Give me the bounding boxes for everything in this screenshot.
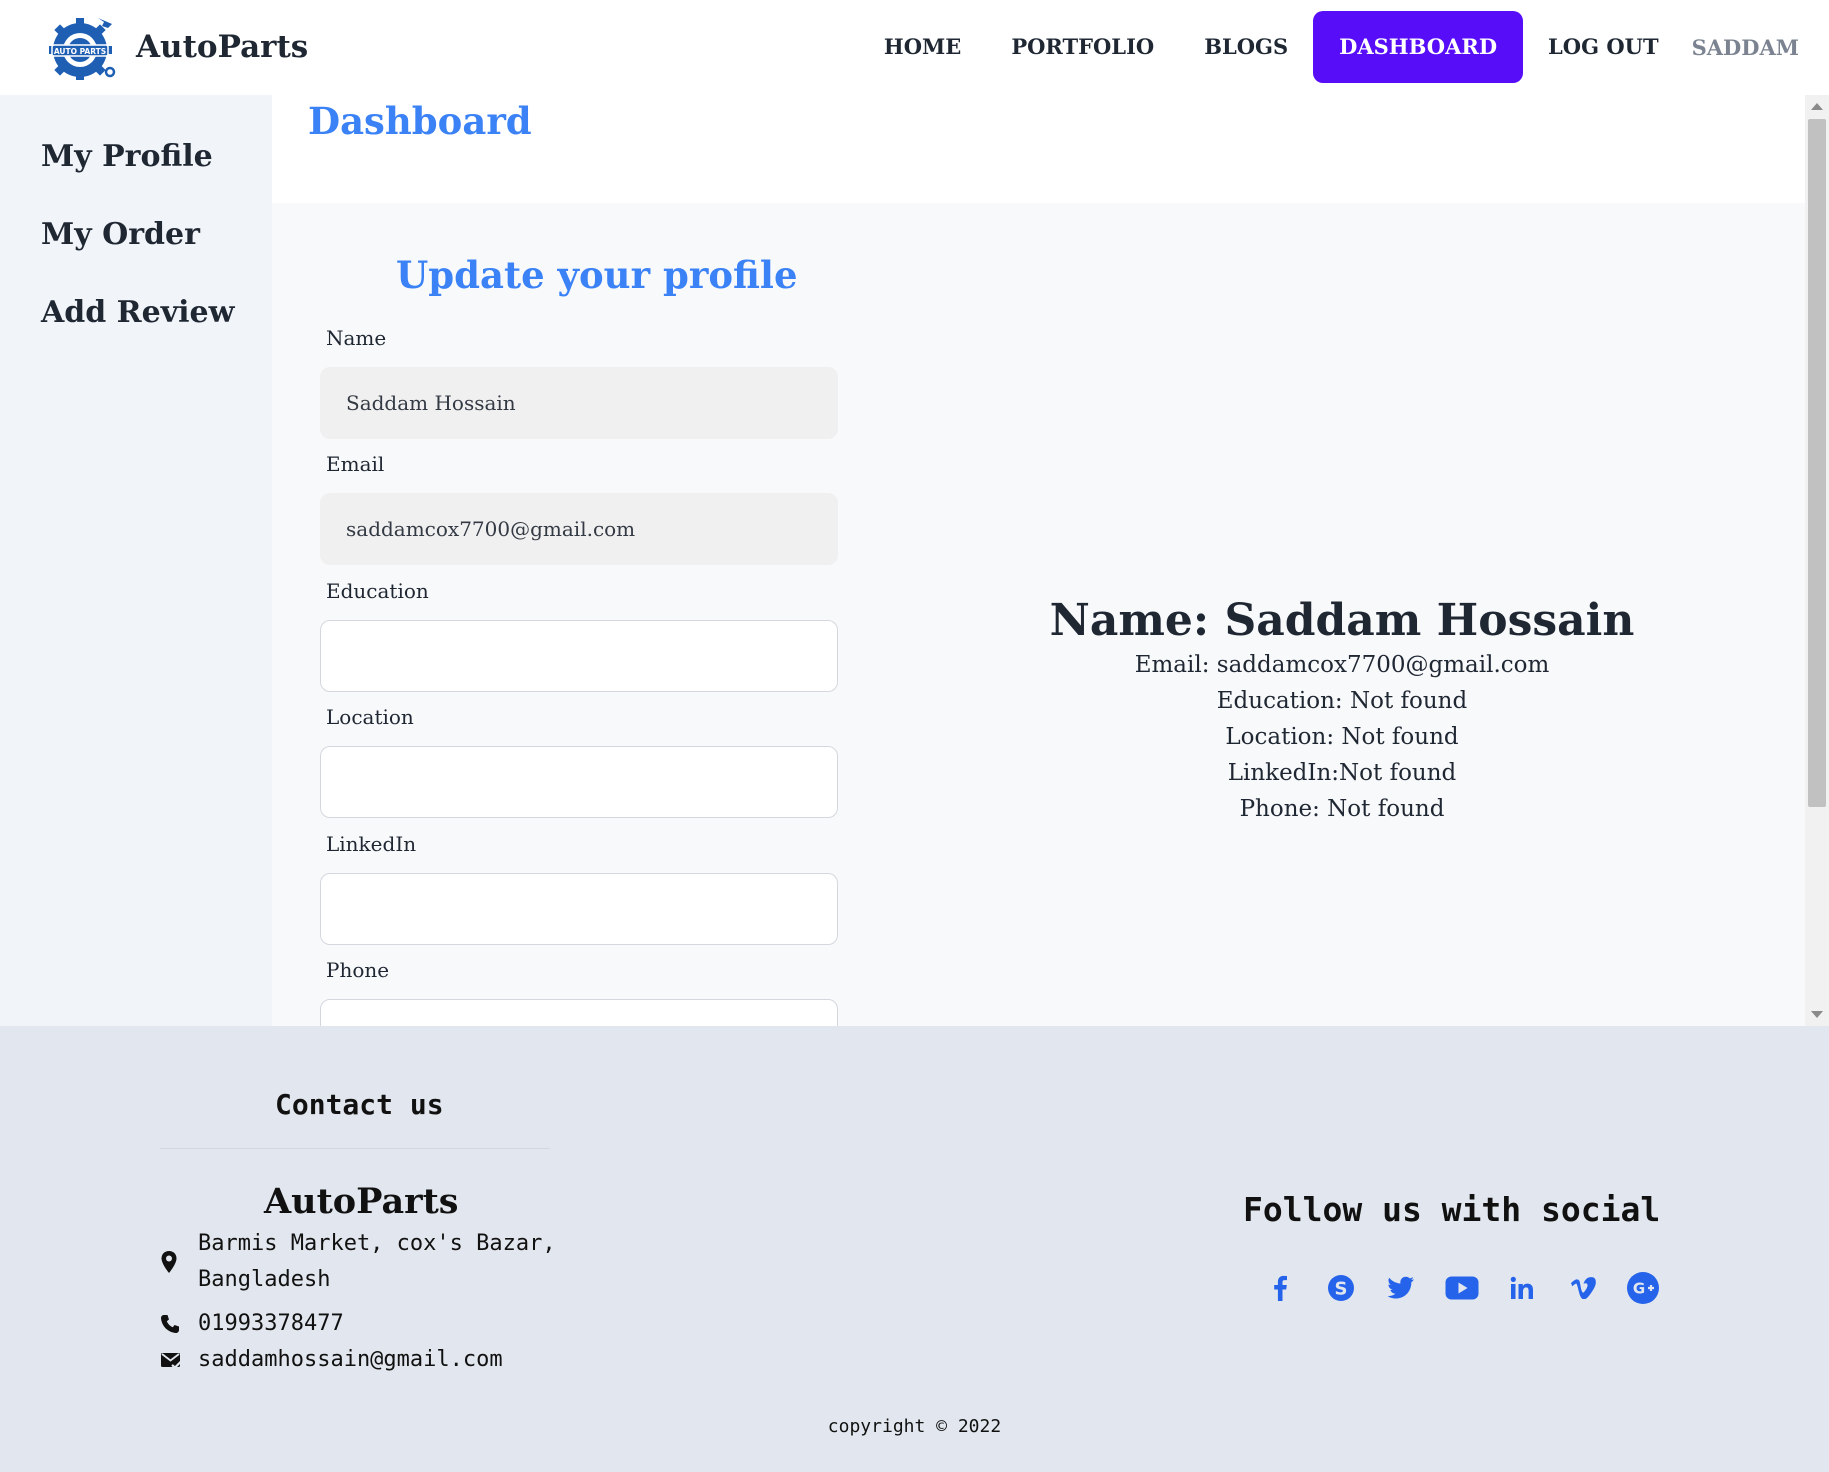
main-area: My Profile My Order Add Review Dashboard… [0,95,1829,1026]
nav-portfolio[interactable]: PORTFOLIO [986,11,1179,83]
nav-home[interactable]: HOME [859,11,986,83]
profile-location: Location: Not found [1225,724,1459,750]
brand-name: AutoParts [136,29,309,65]
address-line-2: Bangladesh [198,1267,331,1292]
profile-education: Education: Not found [1216,688,1468,714]
contact-phone: 01993378477 [160,1306,344,1342]
location-pin-icon [160,1226,188,1298]
copyright: copyright © 2022 [827,1416,1002,1437]
twitter-icon[interactable] [1371,1266,1432,1310]
education-field[interactable] [320,620,838,692]
brand[interactable]: AUTO PARTS AutoParts [46,14,308,80]
scroll-thumb[interactable] [1808,119,1826,807]
vimeo-icon[interactable] [1553,1266,1614,1310]
contact-divider [160,1148,550,1149]
dashboard-header: Dashboard [272,95,1805,203]
sidebar-item-my-profile[interactable]: My Profile [41,139,213,174]
navbar: AUTO PARTS AutoParts HOME PORTFOLIO BLOG… [0,0,1829,95]
email-label: Email [326,452,385,476]
nav-user-name: SADDAM [1691,34,1799,60]
phone-label: Phone [326,958,390,982]
linkedin-icon[interactable] [1492,1266,1553,1310]
google-plus-icon[interactable]: G [1613,1266,1674,1310]
name-label: Name [326,326,387,350]
footer-brand: AutoParts [264,1181,459,1222]
nav-logout[interactable]: LOG OUT [1523,11,1684,83]
profile-linkedin: LinkedIn:Not found [1227,760,1457,786]
dashboard-content[interactable]: Dashboard Update your profile Name Email… [272,95,1805,1026]
nav-links: HOME PORTFOLIO BLOGS DASHBOARD LOG OUT S… [859,11,1799,83]
phone-field[interactable] [320,999,838,1026]
mail-icon [160,1342,188,1378]
social-title: Follow us with social [1243,1190,1661,1229]
autoparts-logo-icon: AUTO PARTS [49,18,116,80]
footer: Contact us AutoParts Barmis Market, cox'… [0,1026,1829,1472]
nav-dashboard[interactable]: DASHBOARD [1313,11,1524,83]
email-address[interactable]: saddamhossain@gmail.com [198,1342,503,1378]
linkedin-label: LinkedIn [326,832,417,856]
sidebar: My Profile My Order Add Review [0,95,272,1026]
sidebar-item-my-order[interactable]: My Order [41,217,200,252]
svg-text:G: G [1633,1280,1645,1298]
profile-phone: Phone: Not found [1239,796,1445,822]
address-line-1: Barmis Market, cox's Bazar, [198,1231,556,1256]
content-scrollbar[interactable] [1805,95,1829,1026]
nav-blogs[interactable]: BLOGS [1179,11,1313,83]
name-field[interactable] [320,367,838,439]
dashboard-title: Dashboard [308,99,532,143]
sidebar-item-add-review[interactable]: Add Review [41,295,234,330]
scroll-up-arrow-icon[interactable] [1811,103,1823,110]
scroll-down-arrow-icon[interactable] [1811,1011,1823,1018]
logo-text: AUTO PARTS [54,47,106,56]
email-field[interactable] [320,493,838,565]
youtube-icon[interactable] [1432,1266,1493,1310]
skype-icon[interactable]: S [1311,1266,1372,1310]
profile-name: Name: Saddam Hossain [1049,595,1635,646]
contact-title: Contact us [275,1088,444,1121]
profile-summary: Name: Saddam Hossain Email: saddamcox770… [972,595,1712,827]
svg-text:S: S [1334,1279,1347,1300]
location-label: Location [326,705,414,729]
update-profile-title: Update your profile [396,253,798,297]
phone-icon [160,1306,188,1342]
contact-address: Barmis Market, cox's Bazar, Bangladesh [160,1226,556,1298]
profile-email: Email: saddamcox7700@gmail.com [1134,652,1550,678]
phone-number: 01993378477 [198,1311,344,1336]
education-label: Education [326,579,429,603]
contact-email: saddamhossain@gmail.com [160,1342,503,1378]
facebook-icon[interactable] [1250,1266,1311,1310]
location-field[interactable] [320,746,838,818]
social-links: S G [1250,1266,1674,1310]
linkedin-field[interactable] [320,873,838,945]
